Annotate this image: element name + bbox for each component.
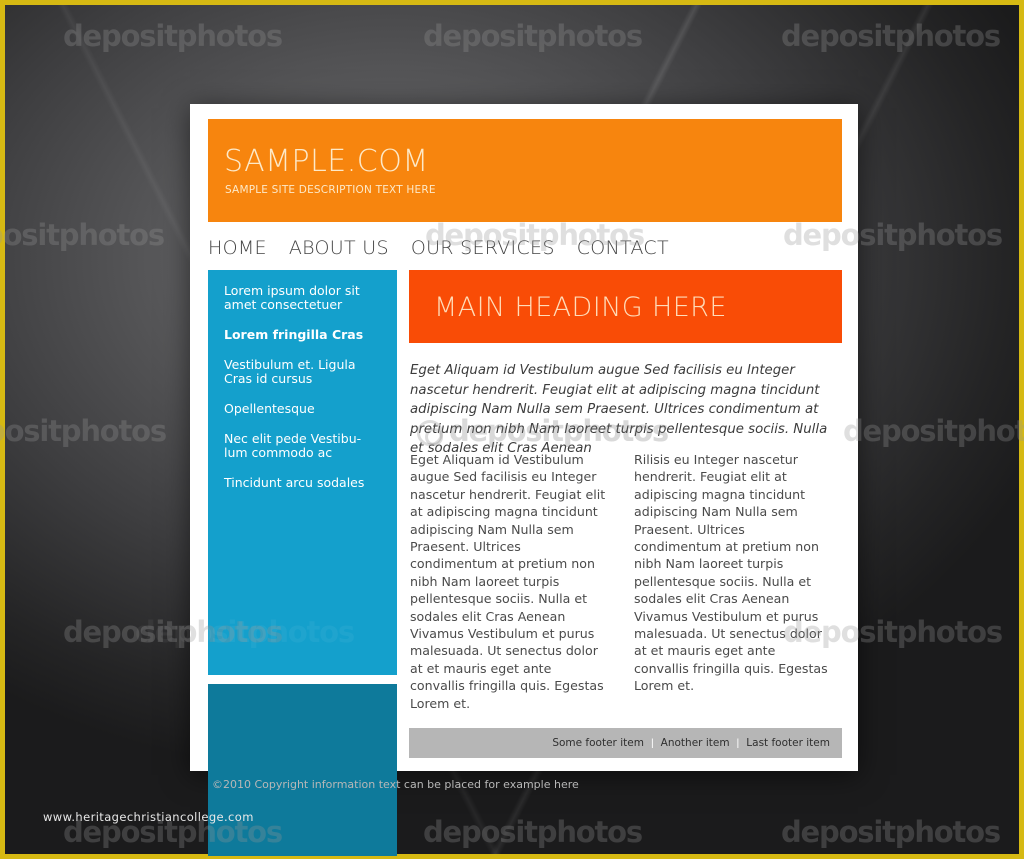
intro-paragraph: Eget Aliquam id Vestibulum augue Sed fac…: [410, 363, 828, 456]
body-column-left: Eget Aliquam id Vestibulum augue Sed fac…: [410, 452, 606, 711]
body-columns: Eget Aliquam id Vestibulum augue Sed fac…: [410, 451, 843, 712]
nav-item-contact[interactable]: CONTACT: [577, 237, 669, 259]
footer-item-1[interactable]: Some footer item: [552, 737, 644, 749]
site-url-label: www.heritagechristiancollege.com: [43, 810, 254, 824]
footer-item-3[interactable]: Last footer item: [746, 737, 830, 749]
nav-item-home[interactable]: HOME: [208, 237, 267, 259]
footer-separator-1: |: [650, 737, 654, 749]
website-template-card: SAMPLE.COM SAMPLE SITE DESCRIPTION TEXT …: [190, 104, 858, 856]
sidebar-item-4[interactable]: Opellentesque: [224, 402, 383, 416]
main-heading-bar: MAIN HEADING HERE: [409, 270, 842, 343]
nav-item-about-us[interactable]: ABOUT US: [289, 237, 389, 259]
main-heading-text: MAIN HEADING HERE: [434, 292, 727, 323]
main-navigation: HOME ABOUT US OUR SERVICES CONTACT: [208, 229, 842, 267]
sidebar-item-5[interactable]: Nec elit pede Vestibu-lum commodo ac: [224, 432, 383, 460]
footer-item-2[interactable]: Another item: [661, 737, 730, 749]
sidebar-item-3[interactable]: Vestibulum et. Ligula Cras id cursus: [224, 358, 383, 386]
copyright-line: ©2010 Copyright information text can be …: [212, 778, 579, 791]
page-footer-bar: Some footer item | Another item | Last f…: [409, 728, 842, 758]
sidebar-primary: Lorem ipsum dolor sit amet consectetuer …: [208, 270, 397, 675]
site-title: SAMPLE.COM: [224, 144, 429, 179]
sidebar-item-1[interactable]: Lorem ipsum dolor sit amet consectetuer: [224, 284, 383, 312]
body-column-right: Rilisis eu Integer nascetur hendrerit. F…: [634, 452, 828, 694]
site-header-band: SAMPLE.COM SAMPLE SITE DESCRIPTION TEXT …: [208, 119, 842, 222]
sidebar-item-2-active[interactable]: Lorem fringilla Cras: [224, 328, 383, 342]
nav-item-our-services[interactable]: OUR SERVICES: [411, 237, 555, 259]
site-tagline: SAMPLE SITE DESCRIPTION TEXT HERE: [225, 184, 436, 196]
sidebar-item-6[interactable]: Tincidunt arcu sodales: [224, 476, 383, 490]
footer-separator-2: |: [736, 737, 740, 749]
sidebar-secondary-block: [208, 684, 397, 856]
stock-photo-frame: SAMPLE.COM SAMPLE SITE DESCRIPTION TEXT …: [0, 0, 1024, 859]
